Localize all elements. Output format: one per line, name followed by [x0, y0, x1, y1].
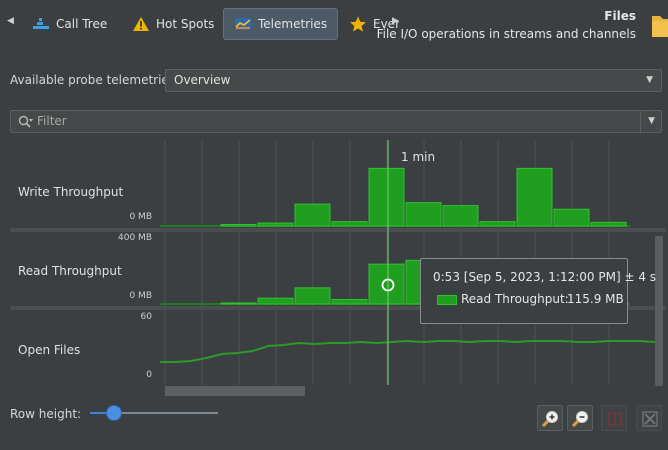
- open-files-line: [160, 339, 656, 363]
- probe-label: Available probe telemetries:: [10, 73, 180, 87]
- open-files-min-tick: 0: [146, 370, 152, 380]
- read-throughput-bar-4: [368, 263, 405, 305]
- write-throughput-bar-8: [516, 167, 553, 227]
- zoom-in-button[interactable]: [537, 405, 563, 431]
- read-throughput-bar-2: [294, 287, 331, 305]
- tab-label: Hot Spots: [156, 17, 215, 31]
- star-icon: [349, 16, 367, 32]
- write-throughput-bar-0: [220, 224, 257, 227]
- write-throughput-bar-5: [405, 202, 442, 227]
- probe-selected-value: Overview: [174, 73, 231, 87]
- reset-zoom-button[interactable]: [636, 405, 662, 431]
- data-tooltip: 0:53 [Sep 5, 2023, 1:12:00 PM] ± 4 s Rea…: [420, 258, 656, 324]
- vertical-scrollbar: [655, 236, 663, 386]
- page-title: Files: [604, 9, 636, 23]
- time-marker-label: 1 min: [401, 150, 436, 164]
- tab-label: Call Tree: [56, 17, 108, 31]
- scroll-right-icon[interactable]: ▶: [392, 16, 399, 26]
- read-max-tick: 400 MB: [118, 233, 152, 243]
- horizontal-scrollbar: [165, 386, 305, 396]
- write-min-tick: 0 MB: [129, 212, 152, 222]
- write-throughput-bar-10: [590, 221, 627, 227]
- read-throughput-bar-1: [257, 297, 294, 305]
- write-throughput-bar-2: [294, 203, 331, 227]
- tooltip-series-name: Read Throughput:: [461, 292, 569, 306]
- tooltip-value: 115.9 MB: [567, 292, 624, 306]
- zoom-out-icon: [571, 411, 588, 428]
- call-tree-icon: [32, 16, 50, 32]
- filter-input[interactable]: Filter ▼: [10, 110, 662, 133]
- row-label-write-throughput: Write Throughput: [18, 185, 124, 199]
- filter-placeholder: Filter: [37, 114, 67, 128]
- chevron-down-icon: ▼: [646, 75, 653, 85]
- warning-icon: [132, 16, 150, 32]
- write-throughput-bar-3: [331, 221, 368, 227]
- tooltip-time: 0:53 [Sep 5, 2023, 1:12:00 PM] ± 4 s: [433, 270, 657, 284]
- page-description: File I/O operations in streams and chann…: [376, 27, 636, 41]
- telemetries-icon: [234, 16, 252, 32]
- write-throughput-bar-7: [479, 221, 516, 227]
- tab-call-tree[interactable]: Call Tree: [22, 8, 117, 40]
- write-throughput-bar-1: [257, 222, 294, 227]
- zoom-in-icon: [541, 411, 558, 428]
- folder-icon: [648, 12, 668, 38]
- tab-bar: ◀ Call Tree Hot Spots Telemetries Ever ▶…: [0, 0, 668, 52]
- tab-telemetries[interactable]: Telemetries: [223, 8, 339, 40]
- close-icon: [642, 411, 658, 427]
- row-height-label: Row height:: [10, 407, 82, 421]
- write-throughput-bar-4: [368, 167, 405, 227]
- row-label-read-throughput: Read Throughput: [18, 264, 122, 278]
- fit-window-icon: [608, 412, 622, 426]
- write-throughput-bar-6: [442, 205, 479, 227]
- zoom-out-button[interactable]: [567, 405, 593, 431]
- tab-label: Telemetries: [258, 17, 328, 31]
- tab-hot-spots[interactable]: Hot Spots: [122, 8, 224, 40]
- row-height-slider-thumb[interactable]: [106, 405, 123, 421]
- search-icon: [18, 115, 34, 132]
- open-files-max-tick: 60: [140, 312, 152, 322]
- read-throughput-bar-0: [220, 302, 257, 305]
- row-label-open-files: Open Files: [18, 343, 81, 357]
- read-throughput-bar-3: [331, 299, 368, 305]
- legend-swatch: [437, 295, 457, 305]
- fit-to-window-button[interactable]: [601, 405, 627, 431]
- chevron-down-icon[interactable]: ▼: [648, 116, 655, 126]
- write-throughput-bar-9: [553, 208, 590, 227]
- read-min-tick: 0 MB: [129, 291, 152, 301]
- scroll-left-icon[interactable]: ◀: [7, 16, 14, 26]
- probe-telemetries-select[interactable]: Overview ▼: [165, 69, 662, 92]
